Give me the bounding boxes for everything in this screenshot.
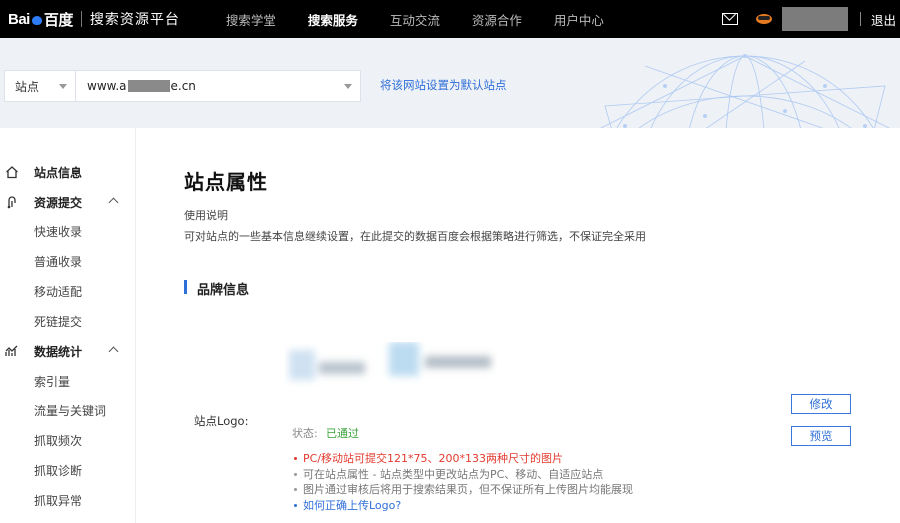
sidebar-group-resource-submit[interactable]: 资源提交 bbox=[0, 187, 136, 217]
top-divider bbox=[859, 12, 861, 26]
submit-icon bbox=[7, 196, 16, 209]
nav-item-academy[interactable]: 搜索学堂 bbox=[210, 10, 292, 29]
sidebar-label: 数据统计 bbox=[34, 344, 83, 359]
sidebar-item-crawl-errors[interactable]: 抓取异常 bbox=[0, 485, 136, 515]
sidebar-item-index-volume[interactable]: 索引量 bbox=[0, 366, 136, 396]
logo-divider bbox=[80, 11, 82, 27]
site-url-suffix: e.cn bbox=[170, 79, 196, 93]
logo-upload-help-link[interactable]: 如何正确上传Logo? bbox=[292, 498, 633, 514]
nav-item-community[interactable]: 互动交流 bbox=[374, 10, 456, 29]
logo-label: 站点Logo: bbox=[194, 414, 249, 428]
home-icon bbox=[6, 166, 18, 179]
logout-link[interactable]: 退出 bbox=[871, 10, 896, 29]
nav-item-user-center[interactable]: 用户中心 bbox=[538, 10, 620, 29]
note-item: 图片通过审核后将用于搜索结果页，但不保证所有上传图片均能展现 bbox=[292, 482, 633, 498]
sidebar-item-mobile-adapt[interactable]: 移动适配 bbox=[0, 276, 136, 306]
main-content: 站点属性 使用说明 可对站点的一些基本信息继续设置，在此提交的数据百度会根据策略… bbox=[137, 128, 900, 523]
sidebar-item-traffic-keywords[interactable]: 流量与关键词 bbox=[0, 395, 136, 425]
note-item: 可在站点属性 - 站点类型中更改站点为PC、移动、自适应站点 bbox=[292, 467, 633, 483]
sidebar-label: 站点信息 bbox=[34, 165, 83, 180]
sidebar: 站点信息 资源提交 快速收录 普通收录 移动适配 死链提交 数据统计 索引量 流… bbox=[0, 128, 136, 523]
sidebar-item-normal-index[interactable]: 普通收录 bbox=[0, 246, 136, 276]
sidebar-label: 资源提交 bbox=[34, 195, 83, 210]
mail-icon[interactable] bbox=[721, 13, 738, 25]
section-accent-bar bbox=[184, 280, 187, 294]
globe-decoration bbox=[600, 54, 890, 128]
top-right-area: 退出 bbox=[721, 0, 900, 38]
sidebar-item-crawl-diagnosis[interactable]: 抓取诊断 bbox=[0, 455, 136, 485]
status-label: 状态: bbox=[292, 427, 318, 440]
nav-item-cooperation[interactable]: 资源合作 bbox=[456, 10, 538, 29]
main-nav: 搜索学堂 搜索服务 互动交流 资源合作 用户中心 bbox=[210, 10, 620, 29]
sidebar-item-crawl-frequency[interactable]: 抓取频次 bbox=[0, 425, 136, 455]
preview-button[interactable]: 预览 bbox=[791, 426, 851, 446]
status-badge: 已通过 bbox=[326, 427, 359, 440]
baidu-logo[interactable]: Bai 百度 搜索资源平台 bbox=[8, 0, 180, 38]
usage-description: 可对站点的一些基本信息继续设置，在此提交的数据百度会根据策略进行筛选，不保证完全… bbox=[184, 230, 646, 243]
stats-icon bbox=[5, 345, 18, 356]
logo-text-suffix: 百度 bbox=[43, 11, 74, 29]
sidebar-item-deadlink-submit[interactable]: 死链提交 bbox=[0, 306, 136, 336]
section-title: 品牌信息 bbox=[197, 283, 250, 298]
caret-down-icon bbox=[344, 84, 352, 89]
paw-icon bbox=[31, 13, 43, 25]
top-nav-bar: Bai 百度 搜索资源平台 搜索学堂 搜索服务 互动交流 资源合作 用户中心 退… bbox=[0, 0, 900, 38]
sidebar-item-quick-index[interactable]: 快速收录 bbox=[0, 216, 136, 246]
set-default-site-link[interactable]: 将该网站设置为默认站点 bbox=[380, 77, 507, 93]
usage-title: 使用说明 bbox=[184, 209, 228, 222]
username-redacted[interactable] bbox=[781, 7, 848, 31]
site-url-dropdown[interactable]: www.a e.cn bbox=[75, 70, 361, 102]
nav-item-search-service[interactable]: 搜索服务 bbox=[292, 10, 374, 29]
sidebar-group-data-stats[interactable]: 数据统计 bbox=[0, 336, 136, 366]
sidebar-item-site-info[interactable]: 站点信息 bbox=[0, 157, 136, 187]
edit-button[interactable]: 修改 bbox=[791, 394, 851, 414]
logo-text-prefix: Bai bbox=[8, 10, 30, 28]
logo-notes: PC/移动站可提交121*75、200*133两种尺寸的图片 可在站点属性 - … bbox=[292, 451, 633, 513]
site-url-prefix: www.a bbox=[87, 79, 127, 93]
chevron-up-icon bbox=[108, 197, 119, 208]
note-item: PC/移动站可提交121*75、200*133两种尺寸的图片 bbox=[292, 451, 633, 467]
site-type-label: 站点 bbox=[15, 79, 40, 94]
user-avatar-icon[interactable] bbox=[754, 12, 774, 26]
chevron-up-icon bbox=[108, 346, 119, 357]
page-title: 站点属性 bbox=[184, 170, 268, 194]
redacted-mask bbox=[127, 80, 170, 92]
logo-preview-image bbox=[289, 342, 491, 380]
site-type-dropdown[interactable]: 站点 bbox=[4, 70, 76, 102]
site-bar: 站点 www.a e.cn 将该网站设置为默认站点 bbox=[0, 38, 900, 128]
caret-down-icon bbox=[59, 84, 67, 89]
platform-title: 搜索资源平台 bbox=[89, 12, 180, 28]
